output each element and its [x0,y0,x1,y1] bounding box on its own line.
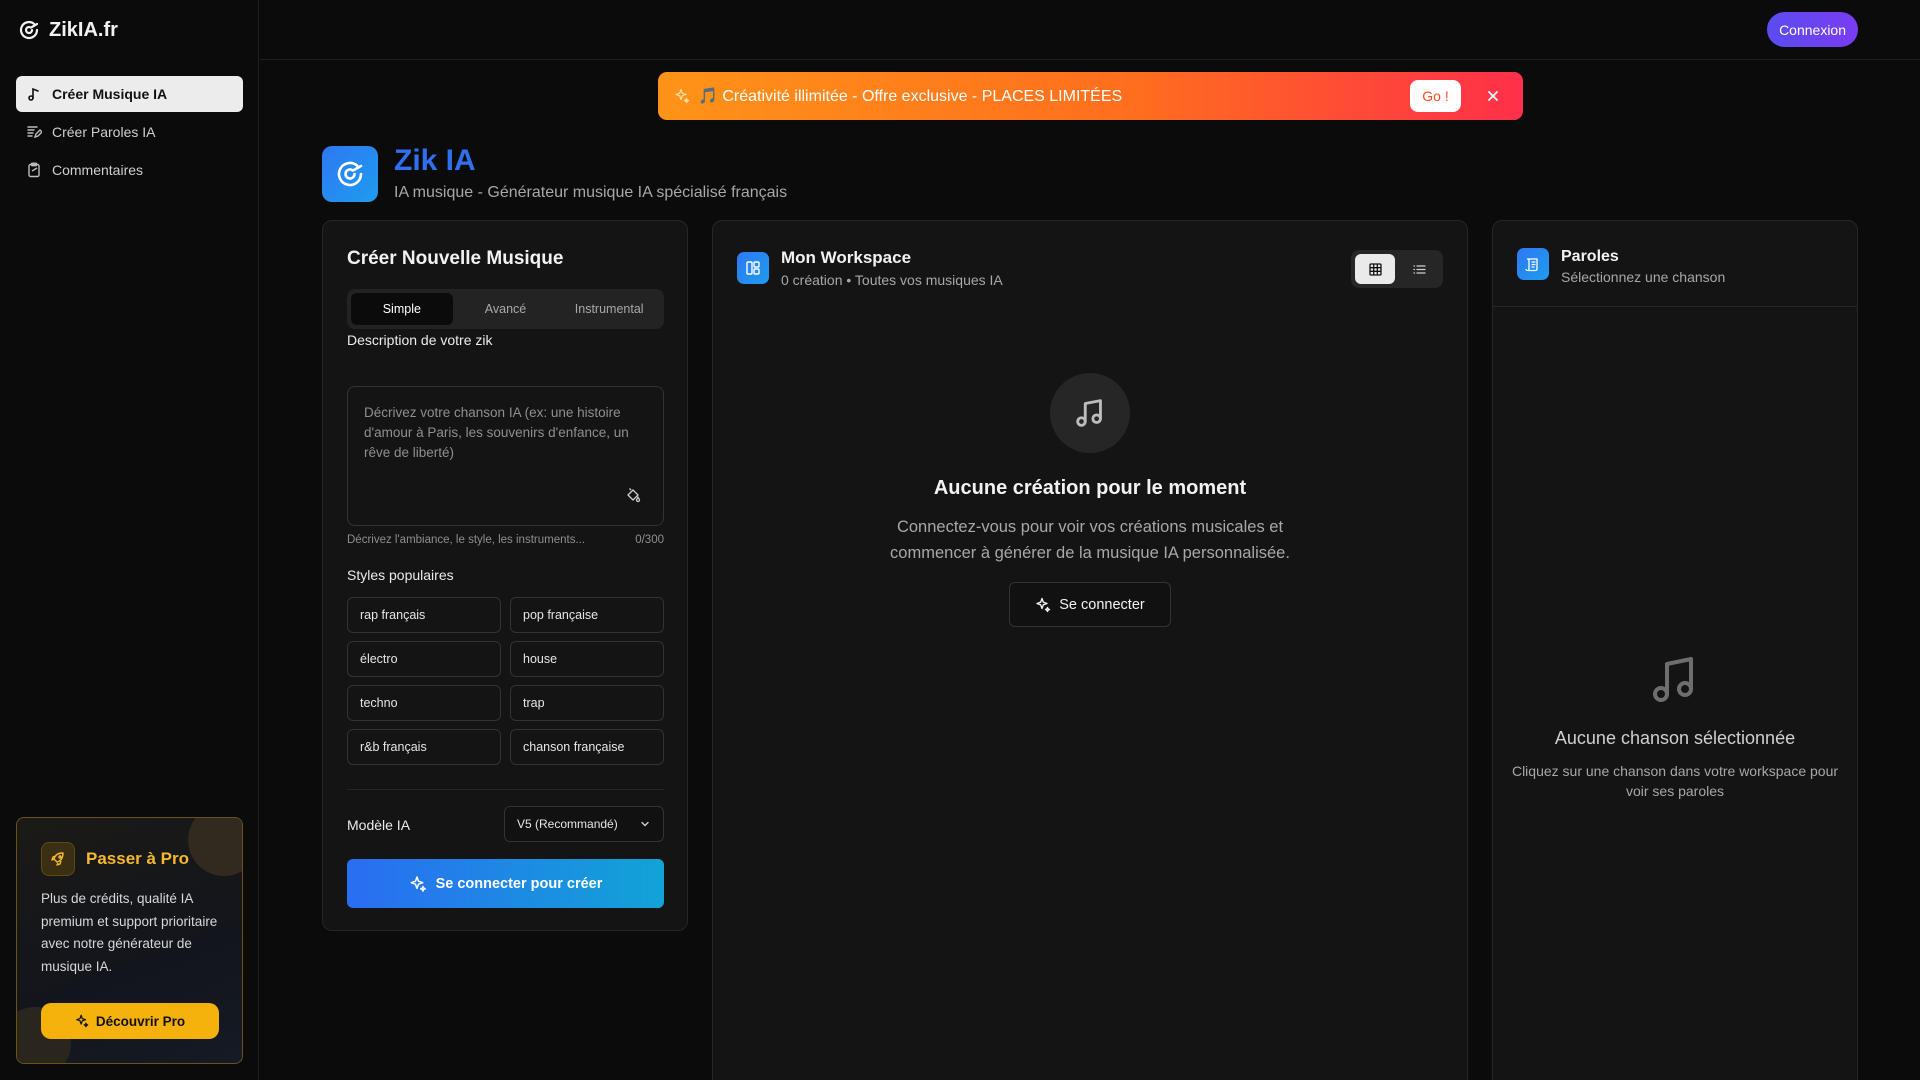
workspace-title: Mon Workspace [781,248,912,267]
sidebar-item-create-lyrics[interactable]: Créer Paroles IA [16,114,243,150]
app-subtitle: IA musique - Générateur musique IA spéci… [394,184,788,201]
style-chip-electro[interactable]: électro [347,641,501,677]
top-bar: Connexion [260,0,1920,60]
lyrics-empty-text: Cliquez sur une chanson dans votre works… [1511,763,1839,799]
signin-label: Se connecter [1059,596,1145,613]
decorative-circle [188,818,242,876]
clipboard-icon [28,162,40,178]
list-icon [1412,264,1426,274]
divider [347,789,664,790]
description-label: Description de votre zik [347,332,493,348]
signin-button[interactable]: Se connecter [1009,582,1171,627]
promo-text: 🎵 Créativité illimitée - Offre exclusive… [698,88,1123,105]
edit-lyrics-icon [27,126,42,139]
style-chip-pop-francaise[interactable]: pop française [510,597,664,633]
grid-icon [1368,262,1382,276]
workspace-empty-title: Aucune création pour le moment [933,477,1247,499]
music-note-icon [28,87,39,101]
description-hint-row: Décrivez l'ambiance, le style, les instr… [347,534,664,546]
lyrics-empty-state: Aucune chanson sélectionnée Cliquez sur … [1493,649,1857,801]
sidebar-nav: Créer Musique IA Créer Paroles IA Commen… [16,76,243,190]
promo-go-button[interactable]: Go ! [1410,80,1461,112]
style-chip-rnb-francais[interactable]: r&b français [347,729,501,765]
sidebar-item-label: Créer Paroles IA [52,124,156,140]
lyrics-subtitle: Sélectionnez une chanson [1561,269,1726,285]
brand-logo[interactable]: ZikIA.fr [17,18,118,42]
pro-card-text: Plus de crédits, qualité IA premium et s… [41,891,218,974]
workspace-empty-text: Connectez-vous pour voir vos créations m… [713,514,1467,566]
workspace-empty-state: Aucune création pour le moment Connectez… [713,373,1467,627]
sidebar-item-create-music[interactable]: Créer Musique IA [16,76,243,112]
tab-simple[interactable]: Simple [351,293,453,325]
sparkles-icon [1036,597,1051,612]
view-mode-toggle [1351,250,1443,288]
style-chip-trap[interactable]: trap [510,685,664,721]
pro-card-header: Passer à Pro [41,842,189,876]
brand-logo-icon [19,20,39,40]
divider [1493,306,1857,307]
model-select-value: V5 (Recommandé) [517,817,618,831]
popular-styles-grid: rap français pop française électro house… [347,597,664,765]
character-count: 0/300 [635,534,664,546]
workspace-empty-text-content: Connectez-vous pour voir vos créations m… [890,518,1290,562]
discover-pro-label: Découvrir Pro [95,1013,186,1029]
description-input[interactable] [364,403,647,483]
rocket-icon [41,842,75,876]
tab-advanced[interactable]: Avancé [455,293,557,325]
app-logo-icon [322,146,378,202]
sidebar-item-label: Créer Musique IA [52,86,168,102]
description-hint: Décrivez l'ambiance, le style, les instr… [347,534,586,546]
mode-tabs: Simple Avancé Instrumental [347,289,664,329]
layout-icon [737,252,769,284]
lyrics-panel: Paroles Sélectionnez une chanson Aucune … [1492,220,1858,1080]
create-panel-title: Créer Nouvelle Musique [347,248,564,269]
discover-pro-button[interactable]: Découvrir Pro [41,1003,219,1039]
sparkles-icon [675,88,690,104]
paint-bucket-icon[interactable] [625,487,641,503]
workspace-header: Mon Workspace 0 création • Toutes vos mu… [737,248,1003,288]
create-music-panel: Créer Nouvelle Musique Simple Avancé Ins… [322,220,688,931]
app-title: Zik IA [394,144,476,177]
style-chip-rap-francais[interactable]: rap français [347,597,501,633]
tab-instrumental[interactable]: Instrumental [558,293,660,325]
grid-view-button[interactable] [1355,254,1395,284]
lyrics-header: Paroles Sélectionnez une chanson [1517,248,1725,285]
close-icon[interactable] [1486,89,1500,103]
sparkles-icon [75,1014,89,1028]
workspace-subtitle: 0 création • Toutes vos musiques IA [781,272,1003,288]
model-label: Modèle IA [347,817,411,833]
music-note-icon [1653,657,1693,702]
style-chip-house[interactable]: house [510,641,664,677]
pro-upgrade-card: Passer à Pro Plus de crédits, qualité IA… [16,817,243,1064]
description-field-wrapper [347,386,664,526]
pro-card-title: Passer à Pro [86,849,190,868]
sidebar: ZikIA.fr Créer Musique IA Créer Paroles … [0,0,259,1080]
style-chip-techno[interactable]: techno [347,685,501,721]
style-chip-chanson-francaise[interactable]: chanson française [510,729,664,765]
sidebar-item-label: Commentaires [52,162,144,178]
login-button[interactable]: Connexion [1767,12,1858,47]
login-to-create-button[interactable]: Se connecter pour créer [347,859,664,908]
lyrics-document-icon [1517,248,1549,280]
sparkles-icon [410,875,426,892]
sidebar-item-comments[interactable]: Commentaires [16,152,243,188]
list-view-button[interactable] [1399,254,1439,284]
music-note-icon [1050,373,1130,453]
app-header: Zik IA IA musique - Générateur musique I… [322,144,788,202]
workspace-panel: Mon Workspace 0 création • Toutes vos mu… [712,220,1468,1080]
chevron-down-icon [641,821,649,827]
styles-label: Styles populaires [347,567,454,583]
model-select[interactable]: V5 (Recommandé) [504,806,664,842]
promo-banner: 🎵 Créativité illimitée - Offre exclusive… [658,72,1523,120]
lyrics-title: Paroles [1561,248,1619,265]
lyrics-empty-title: Aucune chanson sélectionnée [1554,728,1796,748]
brand-name: ZikIA.fr [49,18,118,41]
login-to-create-label: Se connecter pour créer [435,875,603,892]
